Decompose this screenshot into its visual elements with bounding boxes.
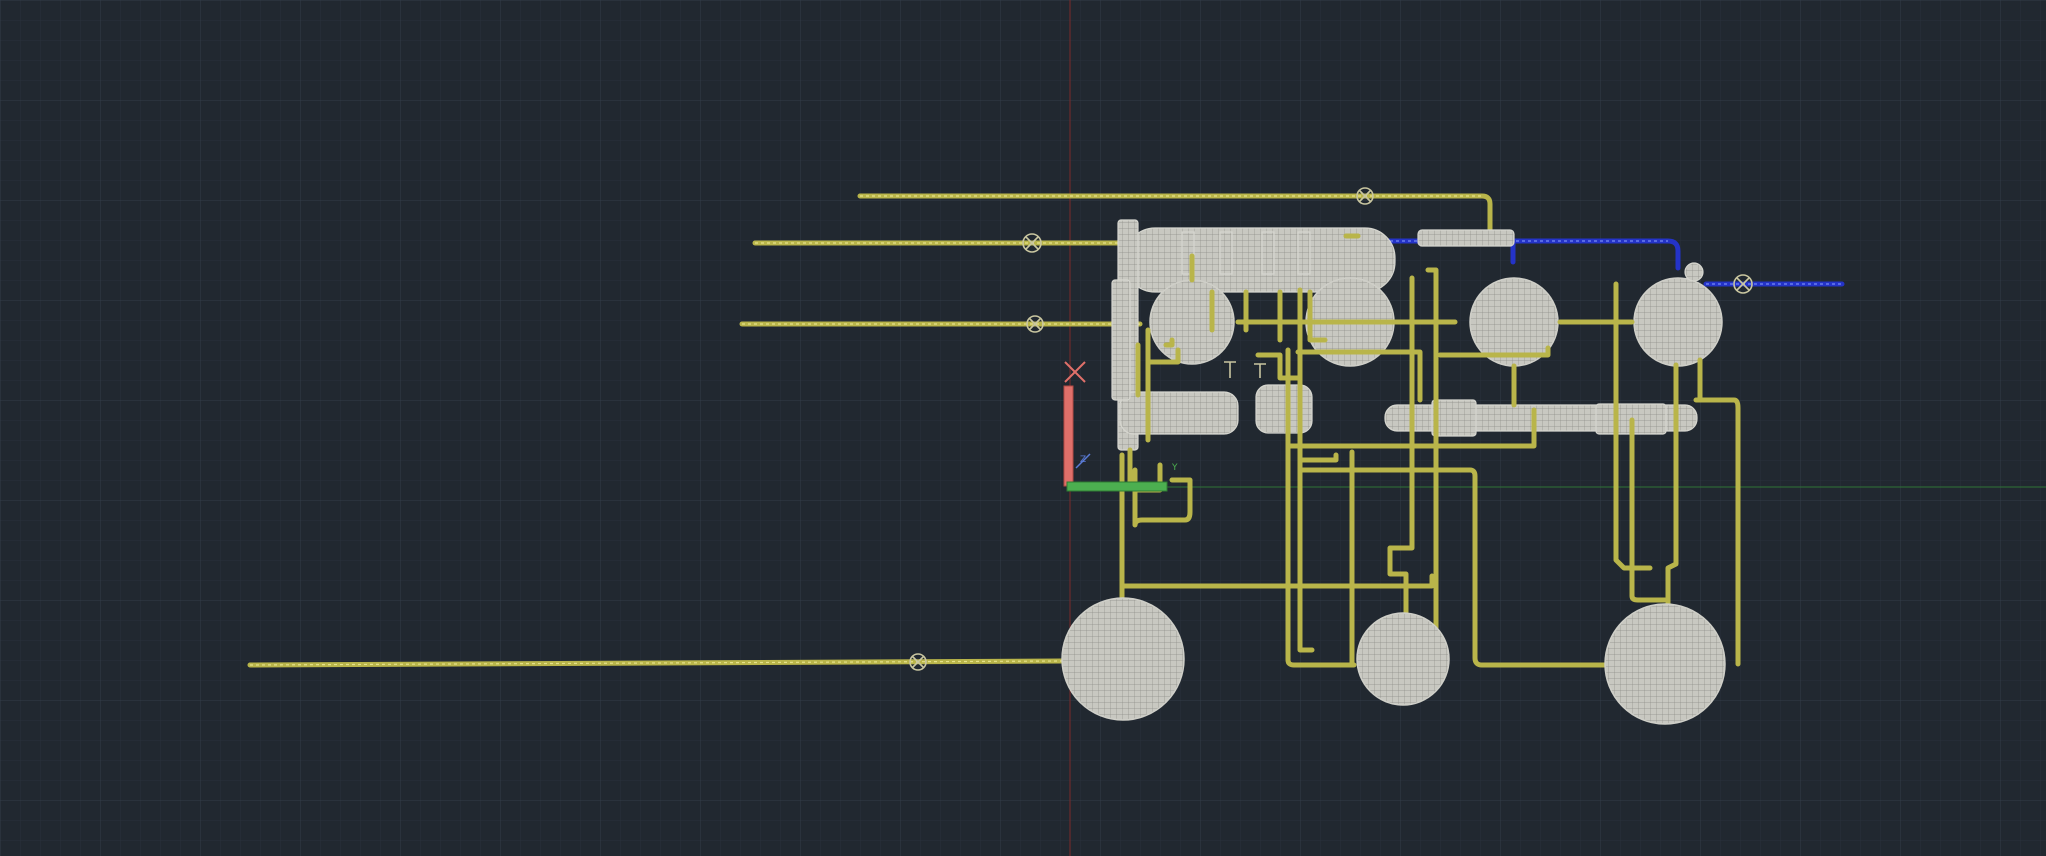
control-valve-block <box>1417 229 1515 247</box>
ucs-x-arrow <box>1066 481 1168 492</box>
ucs-y-arrow <box>1063 385 1074 487</box>
exchanger-flange-a <box>1431 399 1477 437</box>
model-space-canvas[interactable]: Z Y <box>0 0 2046 856</box>
ucs-y-label: Y <box>1171 463 1178 473</box>
drawing-viewport[interactable]: Z Y <box>0 0 2046 856</box>
sphere-vessel-4[interactable] <box>1633 277 1723 367</box>
ucs-z-label: Z <box>1080 455 1086 465</box>
sphere-vessel-1[interactable] <box>1149 279 1235 365</box>
drum-nozzle-3 <box>1261 231 1275 275</box>
column-stub-left <box>1111 279 1131 401</box>
storage-sphere-3[interactable] <box>1604 603 1726 725</box>
drum-nozzle-4 <box>1297 231 1311 275</box>
pump-skid-2[interactable] <box>1255 384 1313 434</box>
sphere-top-nozzle <box>1684 262 1704 282</box>
pump-skid-1[interactable] <box>1119 391 1239 435</box>
drum-nozzle-2 <box>1219 231 1233 275</box>
storage-sphere-1[interactable] <box>1061 597 1185 721</box>
storage-sphere-2[interactable] <box>1356 612 1450 706</box>
